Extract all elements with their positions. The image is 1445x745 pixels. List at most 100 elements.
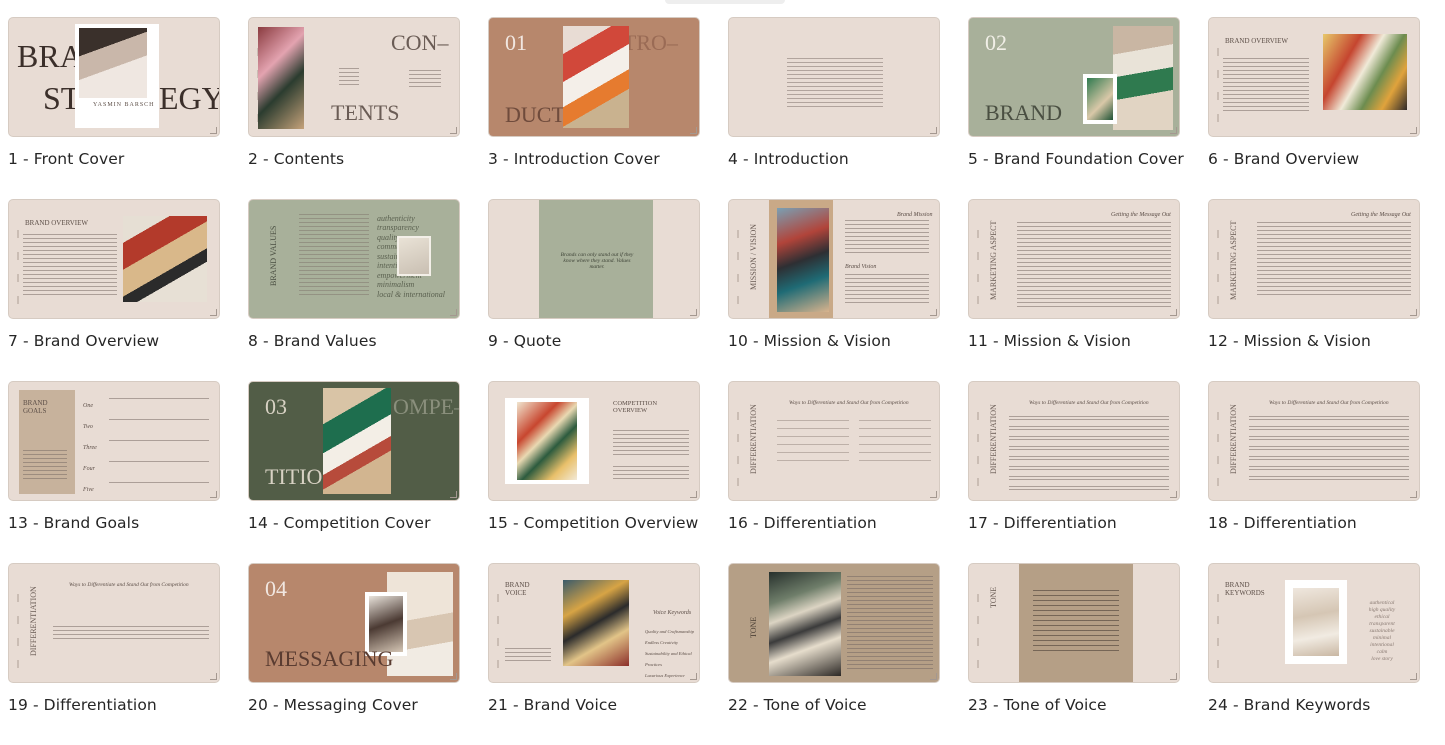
slide-1[interactable]: BRA ST EGY YASMIN BARSCH 1 - Front Cover (8, 17, 222, 199)
slide-6[interactable]: BRAND OVERVIEW 6 - Brand Overview (1208, 17, 1422, 199)
slide-thumbnail[interactable]: 02 BRAND (968, 17, 1180, 137)
contents-list (339, 68, 359, 88)
slide-thumbnail[interactable]: COMPETITION OVERVIEW (488, 381, 700, 501)
slide-caption: 14 - Competition Cover (248, 514, 431, 532)
model-photo (1113, 26, 1173, 130)
resize-handle (210, 491, 217, 498)
side-ruler (1217, 594, 1219, 670)
side-ruler (497, 594, 499, 670)
slide-thumbnail[interactable]: MARKETING ASPECT Getting the Message Out (1208, 199, 1420, 319)
subtitle: Getting the Message Out (1351, 212, 1411, 218)
slide-thumbnail[interactable]: 03 OMPE– TITION (248, 381, 460, 501)
slide-thumbnail[interactable]: Brands can only stand out if they know w… (488, 199, 700, 319)
slide-caption: 4 - Introduction (728, 150, 849, 168)
slide-caption: 17 - Differentiation (968, 514, 1117, 532)
slide-14[interactable]: 03 OMPE– TITION 14 - Competition Cover (248, 381, 462, 563)
contents-title-top: CON– (391, 30, 449, 55)
slide-17[interactable]: DIFFERENTIATION Ways to Differentiate an… (968, 381, 1182, 563)
slide-22[interactable]: TONE 22 - Tone of Voice (728, 563, 942, 745)
slide-thumbnail[interactable]: BRAND VALUES authenticity transparency q… (248, 199, 460, 319)
overview-photo (1323, 34, 1407, 110)
slide-2[interactable]: CON– TENTS 2 - Contents (248, 17, 462, 199)
slide-heading: BRAND OVERVIEW (25, 219, 89, 227)
slide-8[interactable]: BRAND VALUES authenticity transparency q… (248, 199, 462, 381)
goals-intro (23, 450, 67, 480)
resize-handle (450, 309, 457, 316)
slide-thumbnail[interactable]: TONE (728, 563, 940, 683)
side-ruler (737, 412, 739, 488)
slide-15[interactable]: COMPETITION OVERVIEW 15 - Competition Ov… (488, 381, 702, 563)
keyword: minimal (1372, 635, 1392, 641)
slide-thumbnail[interactable]: MARKETING ASPECT Getting the Message Out (968, 199, 1180, 319)
section-number: 02 (985, 30, 1007, 55)
slide-thumbnail[interactable]: BRAND OVERVIEW (1208, 17, 1420, 137)
resize-handle (1410, 127, 1417, 134)
competition-text (613, 430, 689, 456)
slide-4[interactable]: 4 - Introduction (728, 17, 942, 199)
slide-thumbnail[interactable]: BRAND KEYWORDS authentical high quality … (1208, 563, 1420, 683)
slide-thumbnail[interactable] (728, 17, 940, 137)
slide-thumbnail[interactable]: BRA ST EGY YASMIN BARSCH (8, 17, 220, 137)
resize-handle (1170, 491, 1177, 498)
diff-col-right (859, 420, 931, 468)
brand-vision-label: Brand Vision (845, 264, 877, 270)
slide-13[interactable]: BRAND GOALS One Two Three Four Five 13 -… (8, 381, 222, 563)
slide-9[interactable]: Brands can only stand out if they know w… (488, 199, 702, 381)
slide-caption: 8 - Brand Values (248, 332, 377, 350)
resize-handle (690, 673, 697, 680)
slide-5[interactable]: 02 BRAND 5 - Brand Foundation Cover (968, 17, 1184, 199)
slide-thumbnail[interactable]: 04 MESSAGING (248, 563, 460, 683)
slide-12[interactable]: MARKETING ASPECT Getting the Message Out… (1208, 199, 1422, 381)
slide-thumbnail[interactable]: 01 NTRO– DUCT (488, 17, 700, 137)
slide-heading: DIFFERENTIATION (749, 404, 758, 474)
side-ruler (1217, 412, 1219, 488)
slide-caption: 1 - Front Cover (8, 150, 125, 168)
slide-thumbnail[interactable]: TONE (968, 563, 1180, 683)
slide-23[interactable]: TONE 23 - Tone of Voice (968, 563, 1182, 745)
slide-thumbnail[interactable]: DIFFERENTIATION Ways to Differentiate an… (1208, 381, 1420, 501)
slide-18[interactable]: DIFFERENTIATION Ways to Differentiate an… (1208, 381, 1422, 563)
slide-20[interactable]: 04 MESSAGING 20 - Messaging Cover (248, 563, 462, 745)
values-photo (397, 236, 431, 276)
slide-10[interactable]: MISSION / VISION Brand Mission Brand Vis… (728, 199, 942, 381)
subtitle: Ways to Differentiate and Stand Out from… (789, 400, 909, 406)
slide-thumbnail[interactable]: DIFFERENTIATION Ways to Differentiate an… (8, 563, 220, 683)
voice-keywords: Quality and Craftsmanship Endless Creati… (645, 626, 695, 681)
slide-heading: MISSION / VISION (749, 223, 758, 290)
slide-thumbnail[interactable]: BRAND OVERVIEW (8, 199, 220, 319)
keywords-list: authentical high quality ethical transpa… (1359, 600, 1405, 663)
slide-caption: 22 - Tone of Voice (728, 696, 867, 714)
side-ruler (977, 594, 979, 670)
slide-24[interactable]: BRAND KEYWORDS authentical high quality … (1208, 563, 1422, 745)
value-item: authenticity (377, 214, 415, 223)
slide-thumbnail[interactable]: BRAND GOALS One Two Three Four Five (8, 381, 220, 501)
slide-caption: 12 - Mission & Vision (1208, 332, 1371, 350)
slide-11[interactable]: MARKETING ASPECT Getting the Message Out… (968, 199, 1182, 381)
slide-thumbnail[interactable]: MISSION / VISION Brand Mission Brand Vis… (728, 199, 940, 319)
value-item: local & international (377, 289, 445, 299)
slide-3[interactable]: 01 NTRO– DUCT 3 - Introduction Cover (488, 17, 702, 199)
slide-16[interactable]: DIFFERENTIATION Ways to Differentiate an… (728, 381, 942, 563)
slide-thumbnail[interactable]: DIFFERENTIATION Ways to Differentiate an… (728, 381, 940, 501)
voice-keywords-label: Voice Keywords (653, 610, 692, 616)
subtitle: Ways to Differentiate and Stand Out from… (1269, 400, 1389, 406)
slide-7[interactable]: BRAND OVERVIEW 7 - Brand Overview (8, 199, 222, 381)
goal-label: Five (83, 487, 94, 493)
resize-handle (210, 309, 217, 316)
diff-text (53, 626, 209, 640)
slide-21[interactable]: BRAND VOICE Voice Keywords Quality and C… (488, 563, 702, 745)
slide-caption: 11 - Mission & Vision (968, 332, 1131, 350)
slide-thumbnail[interactable]: CON– TENTS (248, 17, 460, 137)
slide-caption: 3 - Introduction Cover (488, 150, 660, 168)
resize-handle (930, 309, 937, 316)
slide-heading: BRAND KEYWORDS (1225, 581, 1265, 597)
slide-caption: 15 - Competition Overview (488, 514, 699, 532)
resize-handle (1170, 127, 1177, 134)
slide-19[interactable]: DIFFERENTIATION Ways to Differentiate an… (8, 563, 222, 745)
slide-heading: MARKETING ASPECT (1229, 220, 1238, 300)
slide-thumbnail[interactable]: DIFFERENTIATION Ways to Differentiate an… (968, 381, 1180, 501)
marketing-text (1257, 222, 1411, 296)
voice-keyword: Sustainability and Ethical Practices (645, 651, 692, 667)
slide-thumbnail[interactable]: BRAND VOICE Voice Keywords Quality and C… (488, 563, 700, 683)
keyword: transparent (1369, 621, 1395, 627)
